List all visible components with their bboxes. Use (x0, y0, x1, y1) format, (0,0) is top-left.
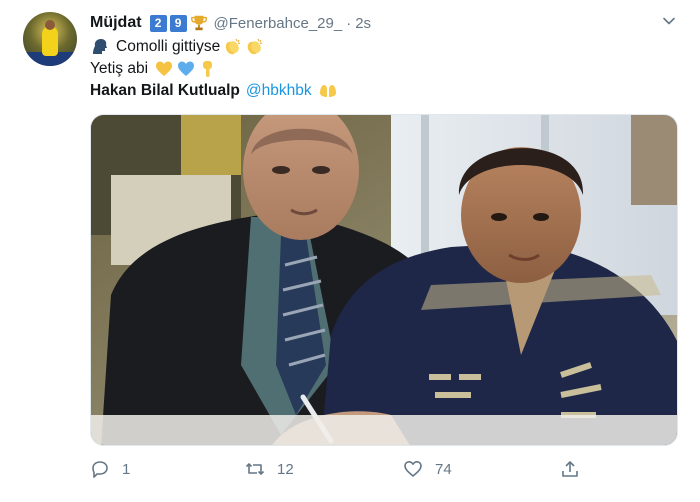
tweet-photo[interactable] (90, 114, 678, 446)
chevron-down-icon[interactable] (662, 14, 676, 28)
tagged-user-name: Hakan Bilal Kutlualp (90, 82, 240, 99)
tweet-text-line: Hakan Bilal Kutlualp @hbkhbk (90, 80, 338, 102)
number-badge: 9 (169, 14, 187, 32)
tweet-text-line: Yetiş abi (90, 58, 218, 80)
photo-illustration (91, 115, 677, 445)
reply-button[interactable]: 1 (90, 457, 130, 481)
tweet-header: Müjdat 2 9 @Fenerbahce_29_ · 2s (90, 12, 371, 34)
share-button[interactable] (560, 457, 580, 481)
retweet-count: 12 (277, 460, 294, 478)
heart-icon (404, 461, 422, 477)
speaking-head-icon (93, 39, 107, 54)
retweet-icon (245, 463, 265, 475)
user-handle[interactable]: @Fenerbahce_29_ (214, 15, 343, 32)
pointing-down-icon (203, 61, 213, 77)
yellow-heart-icon (156, 61, 173, 76)
tweet-text-line: Comolli gittiyse (90, 36, 264, 58)
number-badge: 2 (149, 14, 167, 32)
share-icon (562, 461, 578, 477)
trophy-icon (190, 15, 207, 31)
tweet-text: Comolli gittiyse (116, 38, 221, 55)
tweet-actions: 1 12 74 (90, 457, 590, 481)
avatar[interactable] (23, 12, 77, 66)
timestamp[interactable]: 2s (355, 15, 371, 32)
reply-count: 1 (122, 460, 131, 478)
reply-icon (92, 461, 108, 478)
tweet[interactable]: Müjdat 2 9 @Fenerbahce_29_ · 2s Comolli … (0, 0, 700, 502)
mention-link[interactable]: @hbkhbk (246, 82, 312, 100)
display-name[interactable]: Müjdat (90, 14, 142, 32)
blue-heart-icon (178, 61, 195, 76)
tweet-text: Yetiş abi (90, 60, 149, 77)
separator: · (346, 14, 352, 32)
clapping-hands-icon (247, 38, 263, 55)
clapping-hands-icon (225, 38, 241, 55)
open-hands-icon (319, 85, 336, 97)
like-count: 74 (435, 460, 452, 478)
like-button[interactable]: 74 (403, 457, 452, 481)
retweet-button[interactable]: 12 (245, 457, 294, 481)
